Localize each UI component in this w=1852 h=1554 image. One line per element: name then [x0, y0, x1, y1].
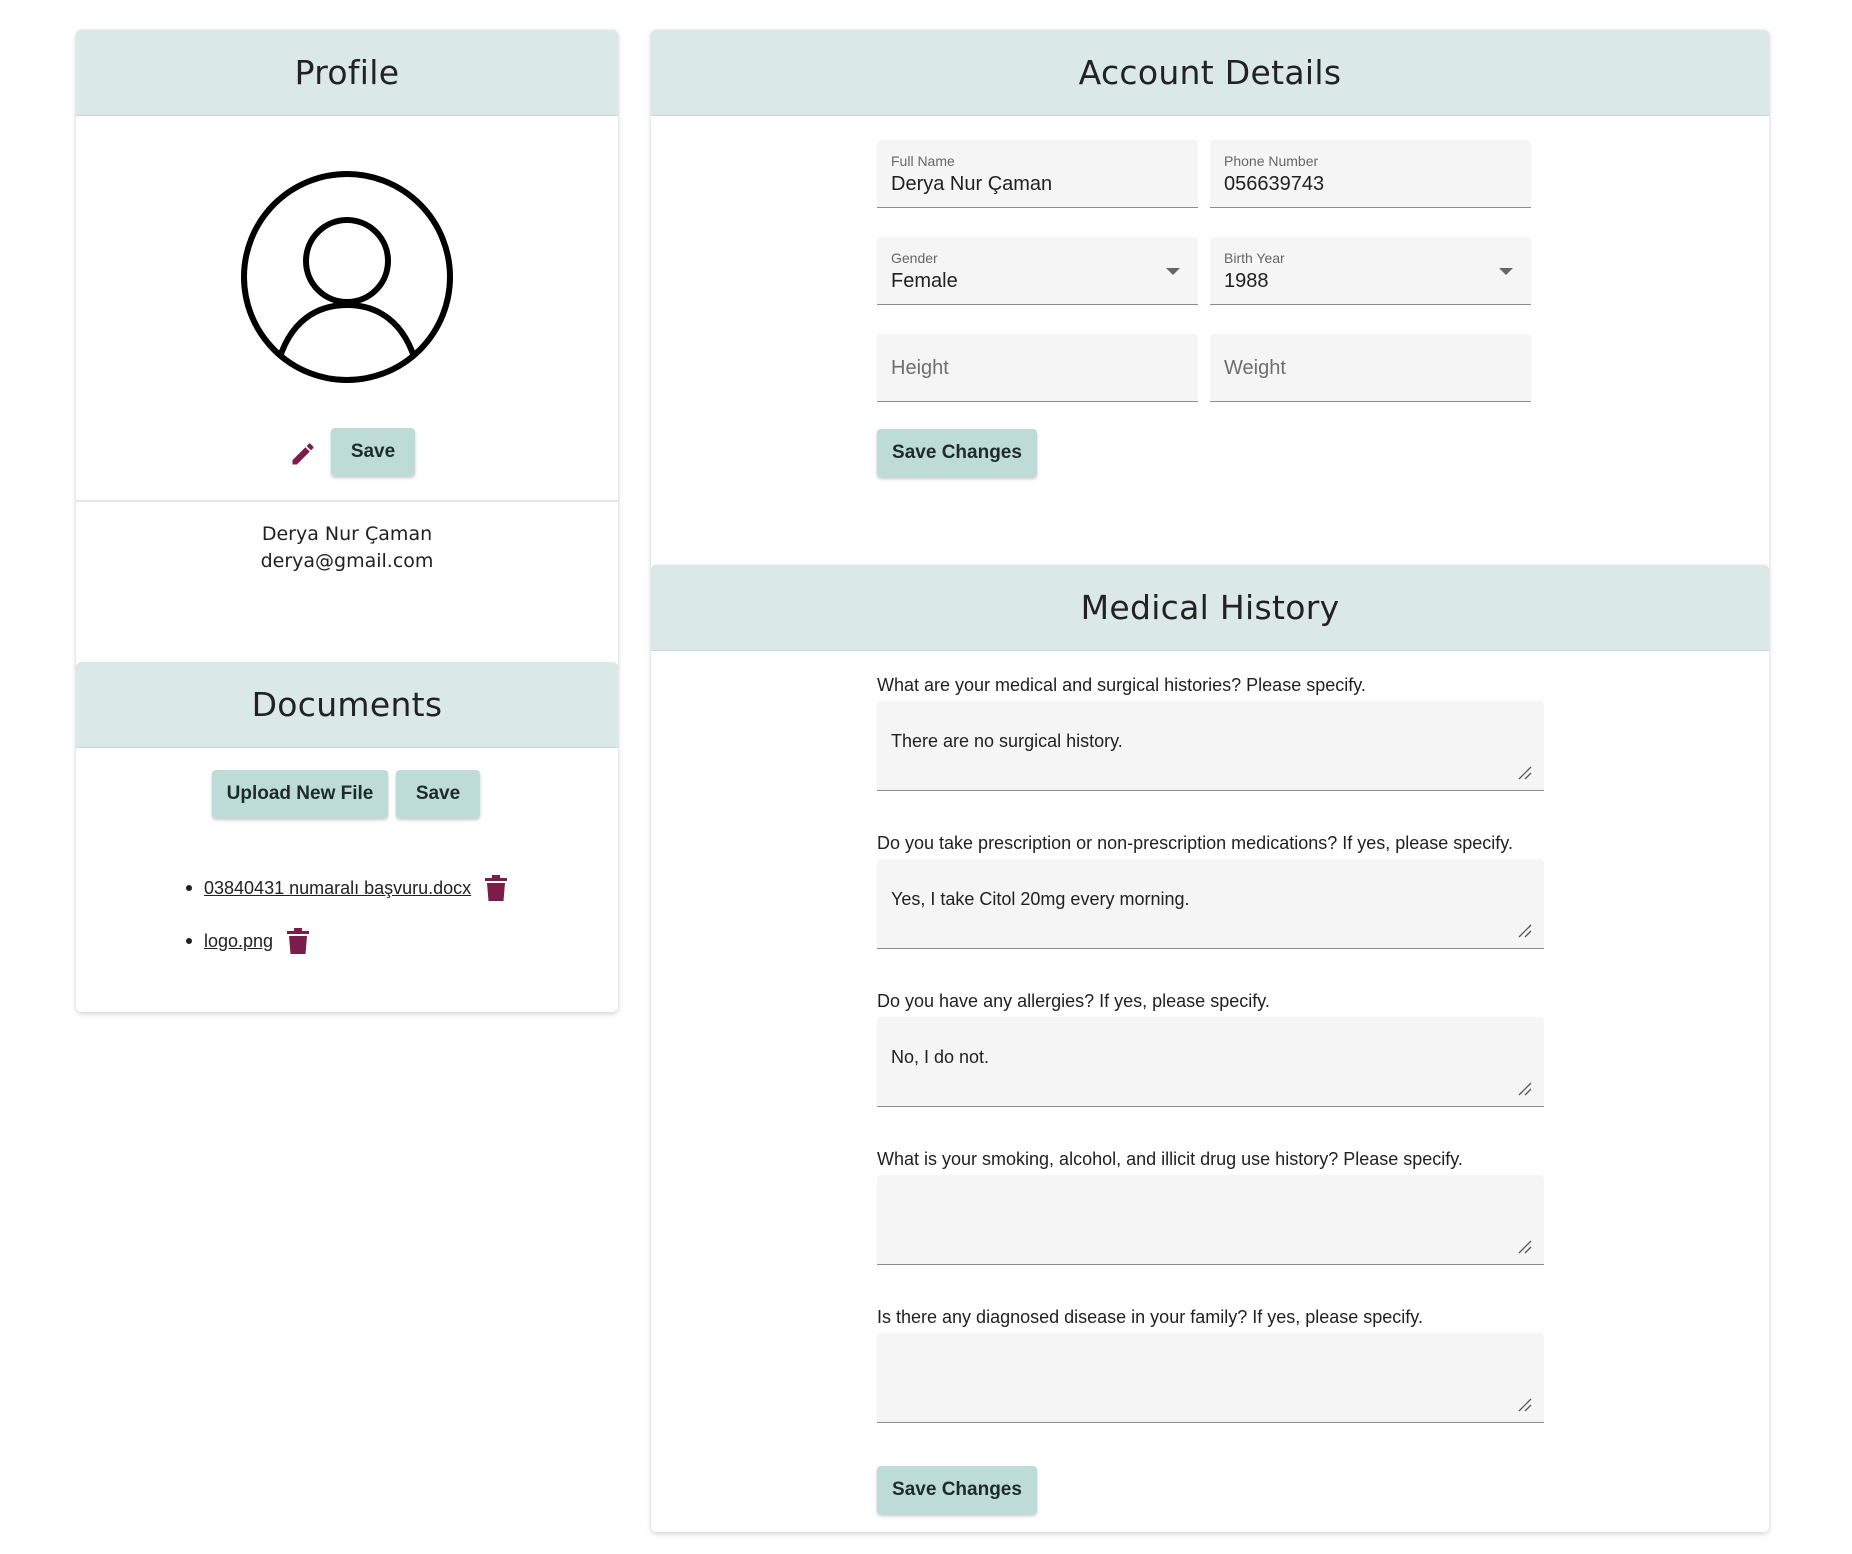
resize-handle-icon[interactable]: [1516, 1396, 1532, 1412]
medical-history-textarea[interactable]: There are no surgical history.: [877, 701, 1544, 791]
question-label: What is your smoking, alcohol, and illic…: [877, 1149, 1463, 1169]
full-name-field[interactable]: Full Name Derya Nur Çaman: [877, 140, 1198, 208]
account-circle-icon: [241, 171, 453, 383]
profile-card: Profile Save Derya Nur Çaman derya@gmail…: [76, 30, 618, 1012]
medical-history-section: Medical History What are your medical an…: [651, 565, 1769, 1532]
profile-save-button[interactable]: Save: [331, 428, 415, 476]
medications-textarea[interactable]: Yes, I take Citol 20mg every morning.: [877, 859, 1544, 949]
chevron-down-icon: [1499, 268, 1513, 275]
question-label: Is there any diagnosed disease in your f…: [877, 1307, 1423, 1327]
documents-save-button[interactable]: Save: [396, 770, 480, 818]
medical-history-header: Medical History: [651, 565, 1769, 651]
resize-handle-icon[interactable]: [1516, 1080, 1532, 1096]
phone-number-label: Phone Number: [1224, 153, 1319, 169]
family-disease-textarea[interactable]: [877, 1333, 1544, 1423]
profile-divider: [76, 500, 618, 502]
height-field[interactable]: Height: [877, 334, 1198, 402]
account-header: Account Details: [651, 30, 1769, 116]
phone-number-field[interactable]: Phone Number 056639743: [1210, 140, 1531, 208]
resize-handle-icon[interactable]: [1516, 922, 1532, 938]
delete-document-button[interactable]: [485, 875, 508, 901]
account-card: Account Details Full Name Derya Nur Çama…: [651, 30, 1769, 1532]
height-placeholder: Height: [891, 357, 949, 379]
profile-title: Profile: [294, 53, 400, 92]
list-item: 03840431 numaralı başvuru.docx: [186, 875, 508, 901]
document-link[interactable]: 03840431 numaralı başvuru.docx: [204, 878, 471, 899]
medical-history-title: Medical History: [1080, 588, 1340, 627]
resize-handle-icon[interactable]: [1516, 764, 1532, 780]
list-item: logo.png: [186, 928, 310, 954]
weight-placeholder: Weight: [1224, 357, 1286, 379]
gender-select[interactable]: Gender Female: [877, 237, 1198, 305]
full-name-label: Full Name: [891, 153, 955, 169]
gender-value: Female: [891, 270, 958, 292]
account-title: Account Details: [1078, 53, 1342, 92]
weight-field[interactable]: Weight: [1210, 334, 1531, 402]
substance-use-textarea[interactable]: [877, 1175, 1544, 1265]
question-label: What are your medical and surgical histo…: [877, 675, 1366, 695]
avatar: [239, 169, 455, 385]
question-label: Do you take prescription or non-prescrip…: [877, 833, 1513, 853]
pencil-icon: [292, 443, 314, 465]
trash-icon: [485, 875, 508, 901]
phone-number-value: 056639743: [1224, 173, 1325, 195]
delete-document-button[interactable]: [287, 928, 310, 954]
answer-text: No, I do not.: [891, 1047, 990, 1067]
birth-year-select[interactable]: Birth Year 1988: [1210, 237, 1531, 305]
chevron-down-icon: [1166, 268, 1180, 275]
documents-section: Documents Upload New File Save 03840431 …: [76, 662, 618, 1012]
gender-label: Gender: [891, 250, 938, 266]
bullet: [186, 938, 192, 944]
edit-avatar-button[interactable]: [289, 440, 317, 468]
profile-header: Profile: [76, 30, 618, 116]
birth-year-label: Birth Year: [1224, 250, 1285, 266]
answer-text: There are no surgical history.: [891, 731, 1123, 751]
profile-name: Derya Nur Çaman: [261, 523, 433, 545]
full-name-value: Derya Nur Çaman: [891, 173, 1053, 195]
documents-title: Documents: [251, 685, 443, 724]
profile-email: derya@gmail.com: [260, 550, 434, 572]
answer-text: Yes, I take Citol 20mg every morning.: [891, 889, 1190, 909]
birth-year-value: 1988: [1224, 270, 1269, 292]
bullet: [186, 885, 192, 891]
allergies-textarea[interactable]: No, I do not.: [877, 1017, 1544, 1107]
account-save-changes-button[interactable]: Save Changes: [877, 429, 1037, 477]
upload-new-file-button[interactable]: Upload New File: [212, 770, 388, 818]
medical-save-changes-button[interactable]: Save Changes: [877, 1466, 1037, 1514]
trash-icon: [287, 928, 310, 954]
documents-header: Documents: [76, 662, 618, 748]
document-link[interactable]: logo.png: [204, 931, 273, 952]
question-label: Do you have any allergies? If yes, pleas…: [877, 991, 1270, 1011]
resize-handle-icon[interactable]: [1516, 1238, 1532, 1254]
